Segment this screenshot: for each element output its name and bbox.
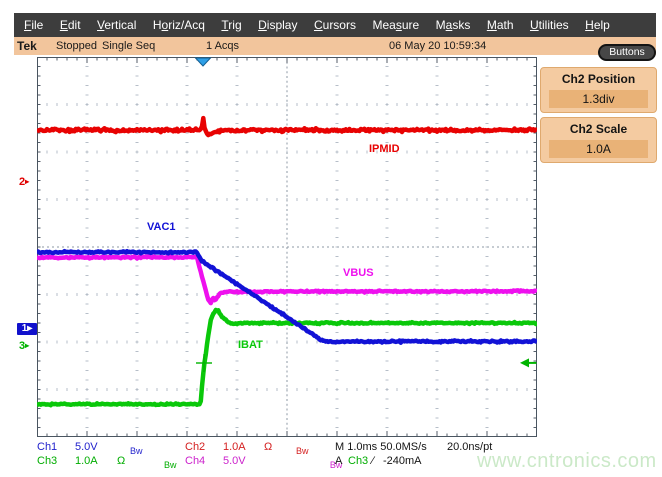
- menu-bar: File Edit Vertical Horiz/Acq Trig Display Curs…: [14, 13, 656, 37]
- ch2-scale-value[interactable]: 1.0A: [549, 140, 648, 158]
- ch3-impedance-icon: Ω: [117, 455, 125, 467]
- ch2-scale-title: Ch2 Scale: [541, 122, 656, 136]
- ch3-readout-scale: 1.0A: [75, 455, 98, 467]
- ch2-scale-panel: Ch2 Scale 1.0A: [540, 117, 657, 163]
- acquisition-mode: Single Seq: [102, 40, 155, 52]
- ch2-bandwidth-badge: Bw: [296, 446, 309, 456]
- ch3-readout-label: Ch3: [37, 455, 57, 467]
- ch1-bandwidth-badge: Bw: [130, 446, 143, 456]
- menu-masks[interactable]: Masks: [436, 18, 471, 32]
- ch2-position-title: Ch2 Position: [541, 72, 656, 86]
- ch3-bandwidth-badge: Bw: [164, 460, 177, 470]
- acquisition-count: 1 Acqs: [206, 40, 239, 52]
- menu-trig[interactable]: Trig: [221, 18, 241, 32]
- ch1-readout-label: Ch1: [37, 441, 57, 453]
- channel-2-position-marker[interactable]: 2▸: [19, 176, 29, 188]
- menu-cursors[interactable]: Cursors: [314, 18, 356, 32]
- buttons-button[interactable]: Buttons: [598, 44, 656, 61]
- rising-slope-icon: ∕: [372, 455, 374, 467]
- trigger-level-arrow-icon: [520, 358, 529, 367]
- trigger-position-icon[interactable]: [196, 58, 211, 66]
- menu-vertical[interactable]: Vertical: [97, 18, 136, 32]
- waveform-graticule: [37, 57, 537, 437]
- datetime: 06 May 20 10:59:34: [389, 40, 486, 52]
- tek-logo: Tek: [17, 39, 37, 53]
- channel-3-position-marker[interactable]: 3▸: [19, 340, 29, 352]
- trigger-mode-prefix: A: [335, 455, 342, 467]
- ch1-readout-scale: 5.0V: [75, 441, 98, 453]
- ch2-position-panel: Ch2 Position 1.3div: [540, 67, 657, 113]
- menu-measure[interactable]: Measure: [372, 18, 419, 32]
- ch2-readout-label: Ch2: [185, 441, 205, 453]
- ch2-readout-scale: 1.0A: [223, 441, 246, 453]
- trace-label-vac1: VAC1: [147, 221, 176, 233]
- menu-utilities[interactable]: Utilities: [530, 18, 569, 32]
- ch4-readout-label: Ch4: [185, 455, 205, 467]
- ch2-position-value[interactable]: 1.3div: [549, 90, 648, 108]
- trace-label-ibat: IBAT: [238, 339, 263, 351]
- menu-display[interactable]: Display: [258, 18, 297, 32]
- trigger-source-readout: Ch3: [348, 455, 368, 467]
- watermark: www.cntronics.com: [477, 450, 657, 473]
- trace-label-vbus: VBUS: [343, 267, 374, 279]
- menu-help[interactable]: Help: [585, 18, 610, 32]
- menu-horiz-acq[interactable]: Horiz/Acq: [153, 18, 205, 32]
- trace-label-ipmid: IPMID: [369, 143, 400, 155]
- ch2-impedance-icon: Ω: [264, 441, 272, 453]
- ch4-readout-scale: 5.0V: [223, 455, 246, 467]
- trigger-level-readout: -240mA: [383, 455, 422, 467]
- menu-math[interactable]: Math: [487, 18, 514, 32]
- acquisition-state: Stopped: [56, 40, 97, 52]
- channel-1-position-marker[interactable]: 1▸: [17, 323, 37, 335]
- status-bar: Tek Stopped Single Seq 1 Acqs 06 May 20 …: [14, 37, 656, 55]
- menu-edit[interactable]: Edit: [60, 18, 81, 32]
- menu-file[interactable]: File: [24, 18, 43, 32]
- timebase-readout: M 1.0ms 50.0MS/s: [335, 441, 427, 453]
